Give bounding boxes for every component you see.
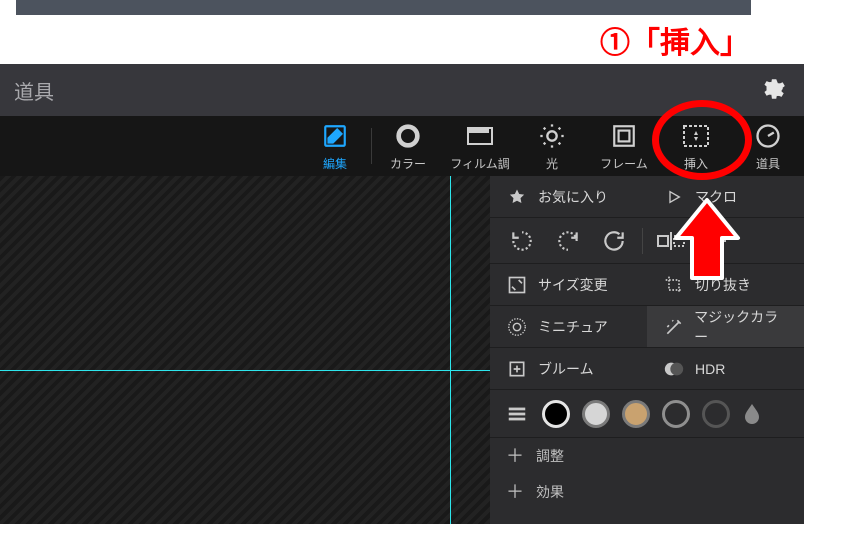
sparkle-icon [506, 358, 528, 380]
panel-row-resize-crop: サイズ変更 切り抜き [490, 264, 804, 306]
drop-icon[interactable] [742, 402, 762, 426]
edit-icon [322, 121, 348, 151]
toolbar-film-label: フィルム調 [450, 155, 510, 172]
effect-label: 効果 [536, 482, 564, 502]
toolbar-color-label: カラー [390, 155, 426, 172]
magic-color-label: マジックカラー [694, 307, 788, 347]
rotate-ccw-button[interactable] [504, 223, 540, 259]
bloom-cell[interactable]: ブルーム [490, 348, 647, 389]
toolbar-frame[interactable]: フレーム [588, 116, 660, 176]
hdr-label: HDR [695, 361, 725, 377]
flip-vertical-button[interactable] [699, 223, 735, 259]
resize-label: サイズ変更 [538, 275, 608, 295]
guide-horizontal [0, 370, 490, 371]
swatch-1[interactable] [582, 400, 610, 428]
toolbar: 編集 カラー フィルム調 光 フレーム [0, 116, 804, 176]
miniature-cell[interactable]: ミニチュア [490, 306, 647, 347]
wand-icon [663, 316, 684, 338]
swatch-3[interactable] [662, 400, 690, 428]
rotate-cw-button[interactable] [550, 223, 586, 259]
crop-label: 切り抜き [695, 275, 751, 295]
plus-icon: ＋ [506, 447, 524, 465]
toolbar-insert[interactable]: 挿入 [660, 116, 732, 176]
toolbar-light-label: 光 [546, 155, 558, 172]
toolbar-edit-label: 編集 [323, 155, 347, 172]
canvas-area[interactable] [0, 176, 490, 524]
sun-icon [538, 121, 566, 151]
guide-vertical [450, 176, 451, 524]
vignette-icon [506, 316, 528, 338]
favorites-cell[interactable]: お気に入り [490, 176, 647, 217]
favorites-label: お気に入り [538, 187, 608, 207]
toolbar-color[interactable]: カラー [372, 116, 444, 176]
magic-color-cell[interactable]: マジックカラー [647, 306, 804, 347]
outer-window-chrome [16, 0, 751, 15]
ring-icon [394, 121, 422, 151]
header-bar: 道具 [0, 64, 804, 116]
resize-cell[interactable]: サイズ変更 [490, 264, 647, 305]
toolbar-insert-label: 挿入 [684, 155, 708, 172]
list-icon[interactable] [504, 401, 530, 427]
bloom-label: ブルーム [538, 359, 594, 379]
toolbar-film[interactable]: フィルム調 [444, 116, 516, 176]
film-icon [466, 121, 494, 151]
right-panel: お気に入り マクロ [490, 176, 804, 524]
macro-cell[interactable]: マクロ [647, 176, 804, 217]
panel-row-bloom-hdr: ブルーム HDR [490, 348, 804, 390]
plus-icon: ＋ [506, 483, 524, 501]
annotation-text: ①「挿入」 [600, 18, 750, 62]
star-icon [506, 186, 528, 208]
resize-icon [506, 274, 528, 296]
toolbar-frame-label: フレーム [600, 155, 648, 172]
flip-horizontal-button[interactable] [653, 223, 689, 259]
effect-section[interactable]: ＋ 効果 [490, 474, 804, 510]
adjust-label: 調整 [536, 446, 564, 466]
toolbar-tools[interactable]: 道具 [732, 116, 804, 176]
toolbar-tools-label: 道具 [756, 155, 780, 172]
gear-icon[interactable] [760, 76, 786, 102]
panel-row-top: お気に入り マクロ [490, 176, 804, 218]
swatch-4[interactable] [702, 400, 730, 428]
miniature-label: ミニチュア [538, 317, 608, 337]
gauge-icon [754, 121, 782, 151]
insert-icon [682, 121, 710, 151]
crop-icon [663, 274, 685, 296]
divider [642, 228, 643, 254]
frame-icon [611, 121, 637, 151]
app-window: 道具 編集 カラー フィルム調 光 [0, 64, 804, 524]
macro-label: マクロ [695, 187, 737, 207]
crop-cell[interactable]: 切り抜き [647, 264, 804, 305]
swatch-2[interactable] [622, 400, 650, 428]
header-title: 道具 [14, 76, 54, 105]
toolbar-light[interactable]: 光 [516, 116, 588, 176]
swatch-row [490, 390, 804, 438]
toolbar-edit[interactable]: 編集 [299, 116, 371, 176]
swatch-0[interactable] [542, 400, 570, 428]
adjust-section[interactable]: ＋ 調整 [490, 438, 804, 474]
hdr-icon [663, 358, 685, 380]
panel-row-mini-magic: ミニチュア マジックカラー [490, 306, 804, 348]
rotation-row [490, 218, 804, 264]
rotate-right-icon[interactable] [596, 223, 632, 259]
hdr-cell[interactable]: HDR [647, 348, 804, 389]
play-icon [663, 186, 685, 208]
